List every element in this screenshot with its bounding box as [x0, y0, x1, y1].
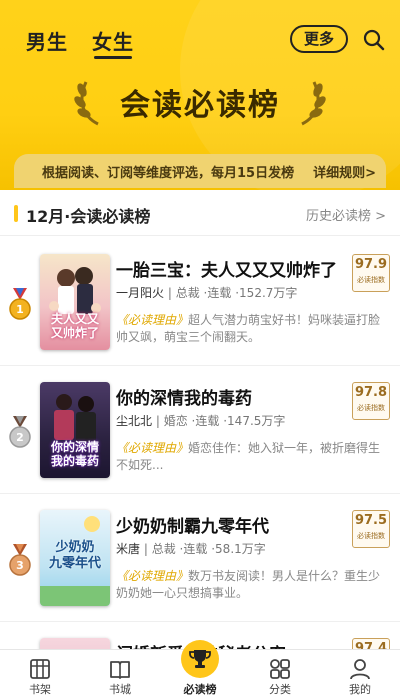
book-word-count: 58.1万字 — [215, 542, 266, 556]
rank-medal-gold-icon: 1 — [9, 288, 31, 320]
divider — [0, 235, 400, 236]
score-value: 97.9 — [354, 257, 388, 272]
nav-label: 必读榜 — [183, 683, 217, 696]
svg-text:1: 1 — [16, 303, 24, 316]
nav-profile[interactable]: 我的 — [320, 650, 400, 699]
cover-title: 夫人又又 又帅炸了 — [50, 312, 99, 340]
book-cover[interactable]: 夫人又又 又帅炸了 — [40, 254, 110, 350]
book-category: 总裁 — [151, 542, 176, 556]
rank-medal-silver-icon: 2 — [9, 416, 31, 448]
book-title[interactable]: 你的深情我的毒药 — [116, 384, 252, 409]
book-status: 连载 — [183, 542, 208, 556]
must-read-score-badge: 97.4 — [352, 638, 390, 649]
book-word-count: 147.5万字 — [227, 414, 286, 428]
book-meta: 米唐 | 总裁 ·连载 ·58.1万字 — [116, 542, 266, 556]
hero-banner: 男生 女生 更多 会读必读榜 根据阅读、订阅等维度评选，每月15日发榜 详细规则… — [0, 0, 400, 190]
nav-label: 分类 — [269, 683, 291, 696]
search-icon[interactable] — [362, 28, 386, 52]
book-reason: 《必读理由》数万书友阅读！男人是什么？重生少奶奶她一心只想搞事业。 — [116, 568, 390, 602]
cover-title: 你的深情 我的毒药 — [50, 440, 99, 468]
book-list-item[interactable]: 2 你的深情 我的毒药 你的深情我的毒药 尘北北 | 婚恋 ·连载 ·147.5万… — [0, 366, 400, 494]
book-icon — [110, 661, 130, 679]
trophy-icon — [189, 650, 211, 668]
score-value: 97.5 — [354, 513, 388, 528]
book-cover[interactable] — [40, 638, 110, 649]
book-status: 连载 — [207, 286, 232, 300]
svg-text:2: 2 — [16, 431, 24, 444]
book-category: 婚恋 — [163, 414, 188, 428]
rules-detail-link[interactable]: 详细规则> — [313, 162, 376, 181]
bookshelf-icon — [30, 659, 50, 679]
section-header: 12月·会读必读榜 历史必读榜 > — [0, 196, 400, 232]
tab-female[interactable]: 女生 — [92, 26, 134, 59]
score-value: 97.4 — [354, 641, 388, 649]
book-cover[interactable]: 少奶奶 九零年代 — [40, 510, 110, 606]
book-status: 连载 — [195, 414, 220, 428]
book-author: 米唐 — [116, 542, 141, 556]
book-meta: 一月阳火 | 总裁 ·连载 ·152.7万字 — [116, 286, 298, 300]
cover-title: 少奶奶 九零年代 — [48, 540, 101, 571]
book-author: 尘北北 — [116, 414, 153, 428]
book-title[interactable]: 一胎三宝：夫人又又又帅炸了 — [116, 256, 337, 281]
score-value: 97.8 — [354, 385, 388, 400]
bottom-navigation: 书架 书城 必读榜 分类 我的 — [0, 640, 400, 699]
nav-label: 我的 — [349, 683, 371, 696]
reason-tag: 《必读理由》 — [116, 441, 189, 455]
section-title: 12月·会读必读榜 — [26, 207, 151, 226]
reason-tag: 《必读理由》 — [116, 569, 189, 583]
book-reason: 《必读理由》婚恋佳作：她入狱一年，被折磨得生不如死... — [116, 440, 390, 474]
rules-banner: 根据阅读、订阅等维度评选，每月15日发榜 详细规则> — [14, 154, 386, 188]
book-cover[interactable]: 你的深情 我的毒药 — [40, 382, 110, 478]
rules-description: 根据阅读、订阅等维度评选，每月15日发榜 — [42, 165, 295, 181]
score-label: 必读指数 — [357, 404, 385, 412]
section-accent-bar — [14, 205, 18, 222]
gender-tabs: 男生 女生 — [26, 26, 134, 59]
nav-must-read-ranking[interactable]: 必读榜 — [160, 640, 240, 699]
book-meta: 尘北北 | 婚恋 ·连载 ·147.5万字 — [116, 414, 286, 428]
book-reason: 《必读理由》超人气潜力萌宝好书！妈咪装逼打脸帅又飒，萌宝三个闹翻天。 — [116, 312, 390, 346]
must-read-score-badge: 97.8 必读指数 — [352, 382, 390, 420]
score-label: 必读指数 — [357, 276, 385, 284]
svg-text:3: 3 — [16, 559, 24, 572]
history-ranking-link[interactable]: 历史必读榜 > — [306, 205, 386, 224]
more-button[interactable]: 更多 — [290, 25, 348, 53]
rank-medal-bronze-icon: 3 — [9, 544, 31, 576]
page-title: 会读必读榜 — [120, 88, 280, 123]
book-category: 总裁 — [175, 286, 200, 300]
nav-bookstore[interactable]: 书城 — [80, 650, 160, 699]
score-label: 必读指数 — [357, 532, 385, 540]
nav-label: 书架 — [29, 683, 51, 696]
ranking-title-block: 会读必读榜 — [0, 72, 400, 132]
tab-male[interactable]: 男生 — [26, 26, 68, 55]
reason-tag: 《必读理由》 — [116, 313, 189, 327]
nav-category[interactable]: 分类 — [240, 650, 320, 699]
nav-label: 书城 — [109, 683, 131, 696]
book-word-count: 152.7万字 — [239, 286, 298, 300]
must-read-score-badge: 97.5 必读指数 — [352, 510, 390, 548]
category-grid-icon — [270, 659, 290, 679]
laurel-right-icon — [301, 81, 326, 126]
must-read-score-badge: 97.9 必读指数 — [352, 254, 390, 292]
nav-bookshelf[interactable]: 书架 — [0, 650, 80, 699]
user-icon — [350, 659, 370, 680]
book-author: 一月阳火 — [116, 286, 165, 300]
book-list-item[interactable]: 3 少奶奶 九零年代 少奶奶制霸九零年代 米唐 | 总裁 ·连载 ·58.1万字 … — [0, 494, 400, 622]
book-title[interactable]: 少奶奶制霸九零年代 — [116, 512, 269, 537]
book-list-item[interactable]: 1 夫人又又 又帅炸了 一胎三宝：夫人又又又帅炸了 一月阳火 | 总裁 ·连载 ·… — [0, 238, 400, 366]
